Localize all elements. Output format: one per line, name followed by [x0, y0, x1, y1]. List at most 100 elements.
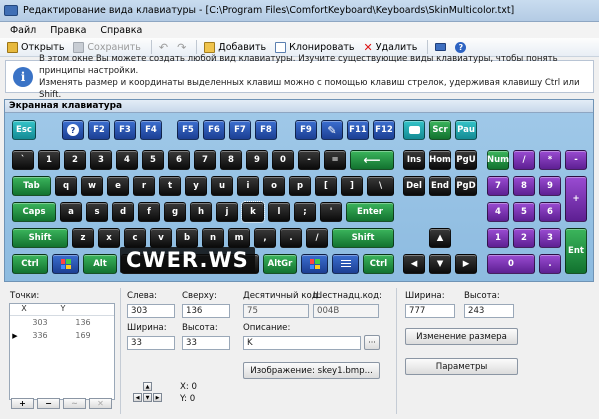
key-pagedown[interactable]: PgD [455, 176, 477, 196]
key-k-selected[interactable]: k [241, 201, 265, 223]
key-a[interactable]: a [60, 202, 82, 222]
key-np-subtract[interactable]: - [565, 150, 587, 170]
key-3[interactable]: 3 [90, 150, 112, 170]
key-w[interactable]: w [81, 176, 103, 196]
key-f[interactable]: f [138, 202, 160, 222]
nudge-up-button[interactable]: ▲ [143, 382, 152, 391]
key-np-divide[interactable]: / [513, 150, 535, 170]
key-4[interactable]: 4 [116, 150, 138, 170]
key-end[interactable]: End [429, 176, 451, 196]
key-pageup[interactable]: PgU [455, 150, 477, 170]
key-enter[interactable]: Enter [346, 202, 394, 222]
key-s[interactable]: s [86, 202, 108, 222]
key-o[interactable]: o [263, 176, 285, 196]
key-arrow-down[interactable]: ▼ [429, 254, 451, 274]
key-right-ctrl[interactable]: Ctrl [363, 254, 394, 274]
key-quote[interactable]: ' [320, 202, 342, 222]
key-grave[interactable]: ` [12, 150, 34, 170]
key-7[interactable]: 7 [194, 150, 216, 170]
key-f2[interactable]: F2 [88, 120, 110, 140]
key-arrow-right[interactable]: ▶ [455, 254, 477, 274]
key-f3[interactable]: F3 [114, 120, 136, 140]
key-l[interactable]: l [268, 202, 290, 222]
key-slash[interactable]: / [306, 228, 328, 248]
key-j[interactable]: j [216, 202, 238, 222]
decimal-code-field[interactable]: 75 [243, 304, 309, 318]
key-i[interactable]: i [237, 176, 259, 196]
clear-points-button[interactable]: ✕ [89, 398, 112, 409]
key-e[interactable]: e [107, 176, 129, 196]
key-arrow-up[interactable]: ▲ [429, 228, 451, 248]
key-f10[interactable]: ✎ [321, 120, 343, 140]
menu-help[interactable]: Справка [94, 25, 150, 36]
key-np-4[interactable]: 4 [487, 202, 509, 222]
key-insert[interactable]: Ins [403, 150, 425, 170]
menu-file[interactable]: Файл [4, 25, 44, 36]
key-f4[interactable]: F4 [140, 120, 162, 140]
key-np-9[interactable]: 9 [539, 176, 561, 196]
add-point-button[interactable]: + [11, 398, 34, 409]
description-browse-button[interactable]: ··· [364, 335, 380, 350]
resize-button[interactable]: Изменение размера [405, 328, 518, 345]
key-g[interactable]: g [164, 202, 186, 222]
key-numlock[interactable]: Num [487, 150, 509, 170]
key-np-1[interactable]: 1 [487, 228, 509, 248]
key-v[interactable]: v [150, 228, 172, 248]
key-left-shift[interactable]: Shift [12, 228, 68, 248]
key-np-multiply[interactable]: * [539, 150, 561, 170]
height-field[interactable]: 33 [182, 336, 230, 350]
key-1[interactable]: 1 [38, 150, 60, 170]
key-h[interactable]: h [190, 202, 212, 222]
remove-point-button[interactable]: − [37, 398, 60, 409]
key-delete[interactable]: Del [403, 176, 425, 196]
key-tab[interactable]: Tab [12, 176, 51, 196]
nudge-right-button[interactable]: ▶ [153, 393, 162, 402]
key-6[interactable]: 6 [168, 150, 190, 170]
hex-code-field[interactable]: 004B [313, 304, 379, 318]
image-button[interactable]: Изображение: skey1.bmp... [243, 362, 380, 379]
key-b[interactable]: b [176, 228, 198, 248]
key-semicolon[interactable]: ; [294, 202, 316, 222]
key-np-7[interactable]: 7 [487, 176, 509, 196]
key-f6[interactable]: F6 [203, 120, 225, 140]
key-esc[interactable]: Esc [12, 120, 36, 140]
nudge-down-button[interactable]: ▼ [143, 393, 152, 402]
key-r[interactable]: r [133, 176, 155, 196]
key-rbracket[interactable]: ] [341, 176, 363, 196]
key-np-8[interactable]: 8 [513, 176, 535, 196]
key-comma[interactable]: , [254, 228, 276, 248]
key-2[interactable]: 2 [64, 150, 86, 170]
key-p[interactable]: p [289, 176, 311, 196]
key-lbracket[interactable]: [ [315, 176, 337, 196]
key-f12[interactable]: F12 [373, 120, 395, 140]
left-field[interactable]: 303 [127, 304, 175, 318]
key-q[interactable]: q [55, 176, 77, 196]
key-help[interactable]: ? [62, 120, 84, 140]
key-right-win[interactable] [301, 254, 328, 274]
key-f5[interactable]: F5 [177, 120, 199, 140]
key-np-add[interactable]: + [565, 176, 587, 222]
key-right-shift[interactable]: Shift [332, 228, 394, 248]
key-0[interactable]: 0 [272, 150, 294, 170]
key-f9[interactable]: F9 [295, 120, 317, 140]
key-f11[interactable]: F11 [347, 120, 369, 140]
key-c[interactable]: c [124, 228, 146, 248]
key-capslock[interactable]: Caps [12, 202, 56, 222]
key-period[interactable]: . [280, 228, 302, 248]
key-f8[interactable]: F8 [255, 120, 277, 140]
key-np-6[interactable]: 6 [539, 202, 561, 222]
description-field[interactable]: K [243, 336, 361, 350]
key-np-3[interactable]: 3 [539, 228, 561, 248]
width-field[interactable]: 33 [127, 336, 175, 350]
menu-edit[interactable]: Правка [44, 25, 94, 36]
key-pause[interactable]: Pau [455, 120, 477, 140]
key-z[interactable]: z [72, 228, 94, 248]
key-y[interactable]: y [185, 176, 207, 196]
key-np-5[interactable]: 5 [513, 202, 535, 222]
parameters-button[interactable]: Параметры [405, 358, 518, 375]
key-f7[interactable]: F7 [229, 120, 251, 140]
top-field[interactable]: 136 [182, 304, 230, 318]
key-arrow-left[interactable]: ◀ [403, 254, 425, 274]
key-np-enter[interactable]: Ent [565, 228, 587, 274]
key-prtsc[interactable] [403, 120, 425, 140]
